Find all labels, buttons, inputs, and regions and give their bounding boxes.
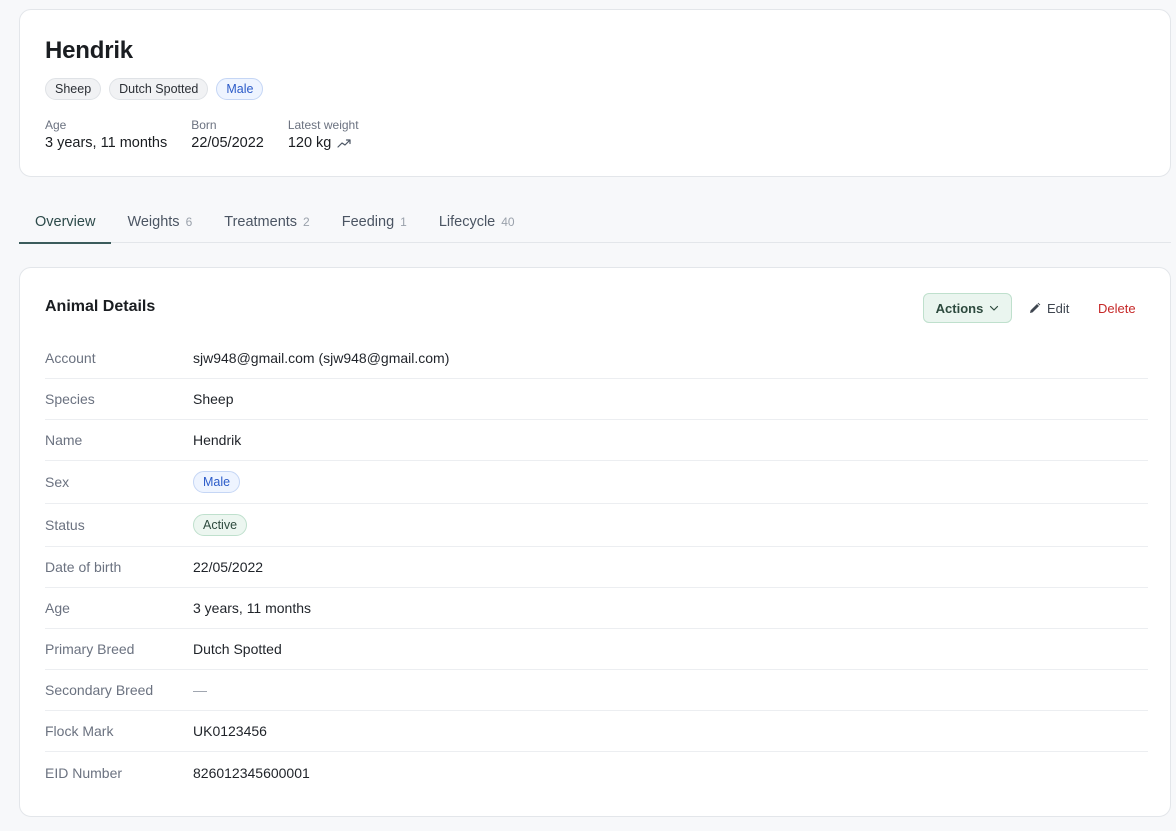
animal-name-heading: Hendrik	[45, 37, 133, 64]
detail-row-age: Age 3 years, 11 months	[45, 588, 1148, 629]
edit-button-label: Edit	[1047, 300, 1070, 316]
detail-row-account: Account sjw948@gmail.com (sjw948@gmail.c…	[45, 338, 1148, 379]
tab-bar: Overview Weights 6 Treatments 2 Feeding …	[19, 200, 1171, 244]
status-badge: Active	[193, 514, 248, 536]
animal-header-card: Hendrik Sheep Dutch Spotted Male Age 3 y…	[19, 9, 1171, 177]
details-list: Account sjw948@gmail.com (sjw948@gmail.c…	[45, 338, 1148, 793]
age-stat-label: Age	[45, 118, 67, 132]
detail-row-primary-breed: Primary Breed Dutch Spotted	[45, 629, 1148, 670]
detail-value: Male	[193, 471, 241, 493]
detail-row-date-of-birth: Date of birth 22/05/2022	[45, 547, 1148, 588]
detail-value: 22/05/2022	[193, 559, 264, 575]
tab-feeding[interactable]: Feeding 1	[326, 200, 423, 243]
actions-button-label: Actions	[935, 300, 984, 316]
detail-value: 3 years, 11 months	[193, 600, 312, 616]
tab-weights-label: Weights	[127, 213, 180, 230]
detail-value: Active	[193, 514, 248, 536]
breed-tag: Dutch Spotted	[109, 78, 209, 100]
tab-lifecycle-label: Lifecycle	[438, 213, 496, 230]
delete-button-label: Delete	[1098, 300, 1136, 316]
detail-value: Dutch Spotted	[193, 641, 282, 657]
detail-label: Age	[45, 600, 70, 616]
detail-row-status: Status Active	[45, 504, 1148, 547]
weight-stat-value: 120 kg	[287, 135, 332, 151]
detail-label: Flock Mark	[45, 723, 114, 739]
detail-label: Date of birth	[45, 559, 122, 575]
detail-label: Account	[45, 350, 96, 366]
weight-stat: Latest weight 120 kg	[288, 117, 359, 151]
detail-value: Hendrik	[193, 432, 242, 448]
detail-value: UK0123456	[193, 723, 267, 739]
trending-up-icon	[337, 139, 351, 148]
tab-treatments-label: Treatments	[224, 213, 298, 230]
pencil-icon	[1030, 302, 1041, 313]
animal-tags: Sheep Dutch Spotted Male	[45, 78, 264, 100]
age-stat-value: 3 years, 11 months	[45, 135, 168, 151]
tab-treatments[interactable]: Treatments 2	[208, 200, 325, 243]
edit-button[interactable]: Edit	[1028, 297, 1069, 319]
detail-row-secondary-breed: Secondary Breed —	[45, 670, 1148, 711]
weight-stat-label: Latest weight	[287, 118, 359, 132]
born-stat-value: 22/05/2022	[191, 135, 264, 151]
age-stat: Age 3 years, 11 months	[45, 117, 167, 151]
tab-lifecycle-count: 40	[501, 214, 515, 229]
tab-weights-count: 6	[185, 214, 193, 229]
sex-tag: Male	[216, 78, 264, 100]
tab-overview[interactable]: Overview	[19, 200, 112, 244]
delete-button[interactable]: Delete	[1098, 297, 1136, 319]
tab-feeding-count: 1	[400, 214, 407, 229]
detail-label: EID Number	[45, 764, 123, 781]
tab-lifecycle[interactable]: Lifecycle 40	[423, 200, 531, 243]
species-tag: Sheep	[45, 78, 102, 100]
born-stat-label: Born	[191, 118, 217, 132]
detail-label: Sex	[45, 474, 70, 490]
detail-row-name: Name Hendrik	[45, 420, 1148, 461]
detail-value: 826012345600001	[193, 764, 310, 781]
detail-label: Secondary Breed	[45, 682, 154, 698]
detail-label: Species	[45, 391, 95, 407]
born-stat: Born 22/05/2022	[191, 117, 264, 151]
detail-value: —	[193, 682, 207, 698]
sex-badge: Male	[193, 471, 241, 493]
tab-overview-label: Overview	[35, 213, 96, 230]
details-title: Animal Details	[45, 298, 156, 315]
detail-row-sex: Sex Male	[45, 461, 1148, 504]
animal-details-card: Animal Details Actions Edit Delete Accou…	[19, 267, 1171, 817]
tab-feeding-label: Feeding	[341, 213, 395, 230]
weight-stat-value-row: 120 kg	[288, 135, 359, 151]
tab-weights[interactable]: Weights 6	[111, 200, 208, 243]
detail-row-eid-number: EID Number 826012345600001	[45, 752, 1148, 793]
detail-label: Primary Breed	[45, 641, 135, 657]
detail-row-flock-mark: Flock Mark UK0123456	[45, 711, 1148, 752]
detail-value: sjw948@gmail.com (sjw948@gmail.com)	[193, 350, 450, 366]
actions-button[interactable]: Actions	[923, 293, 1012, 323]
detail-value: Sheep	[193, 391, 234, 407]
chevron-down-icon	[990, 305, 999, 311]
tab-treatments-count: 2	[303, 214, 310, 229]
animal-stats: Age 3 years, 11 months Born 22/05/2022 L…	[45, 117, 383, 151]
detail-row-species: Species Sheep	[45, 379, 1148, 420]
detail-label: Name	[45, 432, 83, 448]
detail-label: Status	[45, 517, 85, 533]
